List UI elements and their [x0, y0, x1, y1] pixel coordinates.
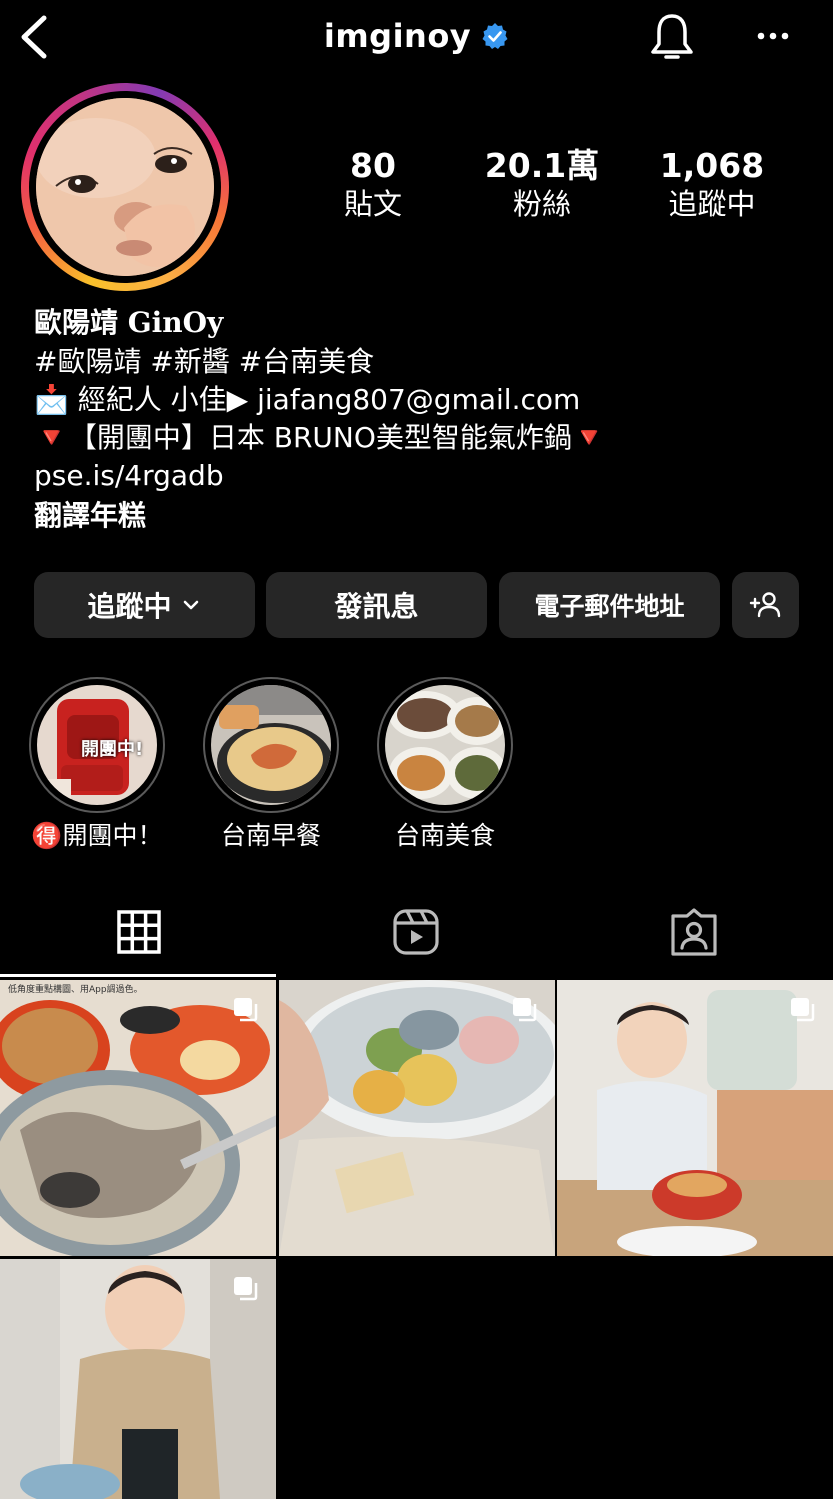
post-thumbnail[interactable] — [0, 1259, 276, 1499]
highlight-overlay-text: 開團中! — [81, 739, 144, 760]
highlight-cover — [385, 685, 505, 805]
posts-label: 貼文 — [343, 187, 402, 221]
tab-reels[interactable] — [388, 904, 444, 960]
multi-photo-icon — [513, 998, 537, 1022]
multi-photo-icon — [791, 998, 815, 1022]
bio-link[interactable]: pse.is/4rgadb — [34, 457, 224, 495]
followers-label: 粉絲 — [512, 187, 571, 221]
translate-button[interactable]: 翻譯年糕 — [34, 497, 146, 535]
verified-badge-icon — [482, 23, 508, 49]
profile-name: 歐陽靖 GinOy — [34, 306, 224, 339]
post-thumbnail[interactable] — [279, 980, 555, 1256]
post-caption-overlay: 低角度重點構圖、用App調過色。 — [8, 985, 143, 995]
posts-count[interactable]: 80 貼文 — [288, 146, 458, 222]
following-label: 追蹤中 — [668, 187, 756, 221]
highlight-cover — [211, 685, 331, 805]
following-button-label: 追蹤中 — [87, 590, 172, 623]
bio-hashtags[interactable]: #歐陽靖 #新醬 #台南美食 — [34, 343, 374, 381]
post-thumbnail[interactable] — [557, 980, 833, 1256]
reels-icon — [393, 909, 439, 955]
add-user-button[interactable] — [732, 572, 799, 638]
multi-photo-icon — [234, 998, 258, 1022]
highlight-label: 🉐開團中！ — [31, 821, 163, 850]
following-count[interactable]: 1,068 追蹤中 — [627, 146, 797, 222]
bio-promo-line: 🔻【開團中】日本 BRUNO美型智能氣炸鍋🔻 — [34, 421, 607, 454]
highlight-label: 台南早餐 — [220, 821, 321, 850]
message-button-label: 發訊息 — [334, 590, 419, 623]
chevron-down-icon — [183, 600, 198, 610]
following-number: 1,068 — [659, 146, 765, 185]
posts-number: 80 — [350, 146, 396, 185]
post-thumbnail[interactable]: 低角度重點構圖、用App調過色。 — [0, 980, 276, 1256]
message-button[interactable]: 發訊息 — [266, 572, 487, 638]
highlight-label: 台南美食 — [394, 821, 495, 850]
highlight-tainan-food[interactable] — [377, 677, 513, 813]
more-button[interactable] — [752, 22, 796, 52]
add-user-icon — [749, 592, 780, 618]
highlight-tainan-breakfast[interactable] — [203, 677, 339, 813]
tab-posts-grid[interactable] — [111, 904, 167, 960]
tagged-user-icon — [671, 908, 717, 956]
tab-tagged[interactable] — [666, 904, 722, 960]
active-tab-indicator — [0, 974, 276, 977]
email-button-label: 電子郵件地址 — [534, 592, 685, 621]
username-title: imginoy — [323, 17, 472, 55]
envelope-icon: 📩 — [34, 383, 69, 416]
avatar[interactable] — [36, 98, 214, 276]
notifications-button[interactable] — [648, 12, 696, 62]
email-button[interactable]: 電子郵件地址 — [499, 572, 720, 638]
bell-icon — [651, 14, 693, 59]
bio-agent-line: 📩 經紀人 小佳▶ jiafang807@gmail.com — [34, 381, 580, 419]
followers-count[interactable]: 20.1萬 粉絲 — [457, 146, 627, 222]
followers-number: 20.1萬 — [484, 146, 600, 185]
grid-icon — [117, 910, 161, 954]
highlight-cover: 開團中! — [37, 685, 157, 805]
header: imginoy — [0, 14, 833, 58]
more-icon — [757, 32, 789, 40]
following-button[interactable]: 追蹤中 — [34, 572, 255, 638]
bio-agent-text: 經紀人 小佳▶ jiafang807@gmail.com — [77, 383, 581, 416]
highlight-group-buy[interactable]: 開團中! — [29, 677, 165, 813]
multi-photo-icon — [234, 1277, 258, 1301]
